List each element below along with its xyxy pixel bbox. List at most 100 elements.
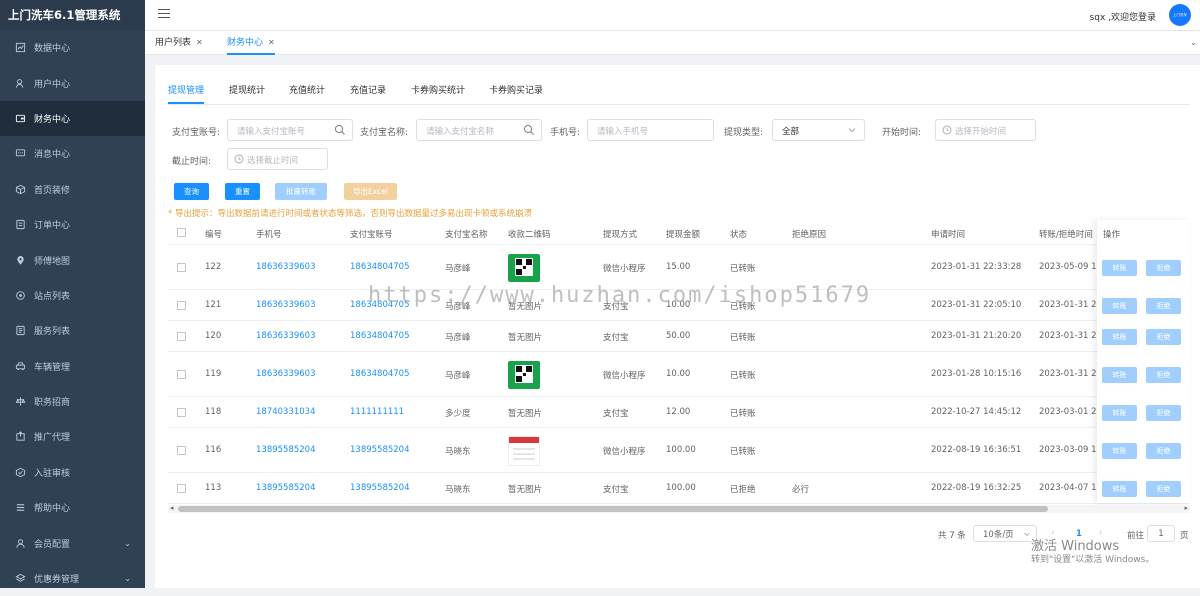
th-amount: 提现金额 <box>666 230 701 240</box>
reject-button[interactable]: 拒绝 <box>1146 297 1181 314</box>
row-checkbox[interactable] <box>177 445 186 455</box>
reject-button[interactable]: 拒绝 <box>1146 366 1181 383</box>
windows-activation-subtitle: 转到"设置"以激活 Windows。 <box>1031 555 1155 565</box>
row-checkbox[interactable] <box>177 331 186 341</box>
cell-phone[interactable]: 18636339603 <box>256 369 316 379</box>
goto-page-input[interactable]: 1 <box>1147 525 1175 542</box>
subtab-recharge-stats[interactable]: 充值统计 <box>289 83 325 104</box>
scrollbar-thumb[interactable] <box>178 506 1048 512</box>
subtab-card-purchase-stats[interactable]: 卡券购买统计 <box>411 83 465 104</box>
reset-button[interactable]: 重置 <box>225 183 260 200</box>
table-row[interactable]: 113 13895585204 13895585204 马晓东 支付宝 100.00 已拒绝… <box>168 473 1190 504</box>
chevron-down-icon[interactable]: ⌄ <box>1190 38 1197 47</box>
cell-account[interactable]: 13895585204 <box>350 483 410 493</box>
reject-button[interactable]: 拒绝 <box>1146 442 1181 459</box>
sidebar-item[interactable]: 职务招商 <box>0 384 145 419</box>
select-all-checkbox[interactable] <box>177 228 186 237</box>
query-button[interactable]: 查询 <box>174 183 209 200</box>
row-checkbox[interactable] <box>177 407 186 417</box>
sidebar-item[interactable]: 会员配置 ⌄ <box>0 525 145 560</box>
transfer-button[interactable]: 转账 <box>1102 328 1137 345</box>
sidebar-item[interactable]: 首页装修 <box>0 172 145 207</box>
sidebar-item[interactable]: 站点列表 <box>0 278 145 313</box>
tab-finance-center[interactable]: 财务中心 ✕ <box>227 31 275 55</box>
sidebar-item[interactable]: 订单中心 <box>0 207 145 242</box>
subtab-recharge-records[interactable]: 充值记录 <box>350 83 386 104</box>
sidebar-item[interactable]: 服务列表 <box>0 313 145 348</box>
horizontal-scrollbar[interactable]: ◂ ▸ <box>168 504 1190 513</box>
cell-done: 2023-01-31 21 <box>1039 368 1102 379</box>
cell-method: 支付宝 <box>603 332 629 343</box>
cell-phone[interactable]: 18636339603 <box>256 262 316 272</box>
sidebar-item[interactable]: 师傅地图 <box>0 242 145 277</box>
transfer-button[interactable]: 转账 <box>1102 259 1137 276</box>
row-checkbox[interactable] <box>177 262 186 272</box>
row-checkbox[interactable] <box>177 300 186 310</box>
hamburger-icon[interactable] <box>158 9 170 21</box>
row-checkbox[interactable] <box>177 369 186 379</box>
sidebar-item[interactable]: 帮助中心 <box>0 490 145 525</box>
reject-button[interactable]: 拒绝 <box>1146 259 1181 276</box>
sidebar-item[interactable]: 推广代理 <box>0 419 145 454</box>
sidebar-item[interactable]: 数据中心 <box>0 30 145 65</box>
cell-phone[interactable]: 18740331034 <box>256 407 316 417</box>
table-row[interactable]: 119 18636339603 18634804705 马彦峰 微信小程序 10.00 已转… <box>168 352 1190 397</box>
cell-account[interactable]: 1111111111 <box>350 407 404 417</box>
transfer-button[interactable]: 转账 <box>1102 442 1137 459</box>
th-done-time: 转账/拒绝时间 <box>1039 230 1093 240</box>
sidebar-menu: 数据中心 用户中心 财务中心 消息中心 首页装修 订单中心 师傅地图 站点列表 服务列表 车辆管理… <box>0 30 145 596</box>
qr-code-image[interactable] <box>508 360 540 389</box>
subtab-withdraw-stats[interactable]: 提现统计 <box>229 83 265 104</box>
start-time-picker[interactable]: 选择开始时间 <box>935 119 1036 141</box>
sidebar-item[interactable]: 用户中心 <box>0 65 145 100</box>
cell-account[interactable]: 13895585204 <box>350 445 410 455</box>
table-row[interactable]: 118 18740331034 1111111111 多少度 支付宝 12.00 已转账 20… <box>168 397 1190 428</box>
table-row[interactable]: 120 18636339603 18634804705 马彦峰 支付宝 50.00 已转账 2… <box>168 321 1190 352</box>
table-row[interactable]: 116 13895585204 13895585204 马晓东 微信小程序 100.00 已… <box>168 428 1190 473</box>
row-checkbox[interactable] <box>177 483 186 493</box>
end-time-picker[interactable]: 选择截止时间 <box>227 148 328 170</box>
sidebar-item[interactable]: 入驻审核 <box>0 455 145 490</box>
transfer-button[interactable]: 转账 <box>1102 480 1137 497</box>
export-excel-button[interactable]: 导出Excel <box>344 183 397 200</box>
cell-reason: 必行 <box>792 484 810 495</box>
alipay-account-input[interactable]: 请输入支付宝账号 <box>227 119 353 141</box>
transfer-button[interactable]: 转账 <box>1102 297 1137 314</box>
withdraw-type-select[interactable]: 全部 <box>772 119 865 141</box>
phone-input[interactable]: 请输入手机号 <box>587 119 714 141</box>
scroll-right-icon[interactable]: ▸ <box>1184 504 1188 512</box>
cell-phone[interactable]: 18636339603 <box>256 331 316 341</box>
search-icon[interactable] <box>523 124 535 136</box>
batch-transfer-button[interactable]: 批量转账 <box>275 183 327 200</box>
alipay-name-input[interactable]: 请输入支付宝名称 <box>416 119 542 141</box>
tab-user-list[interactable]: 用户列表 ✕ <box>155 31 203 55</box>
reject-button[interactable]: 拒绝 <box>1146 480 1181 497</box>
cell-phone[interactable]: 13895585204 <box>256 445 316 455</box>
page-size-select[interactable]: 10条/页 <box>973 525 1037 542</box>
reject-button[interactable]: 拒绝 <box>1146 328 1181 345</box>
sidebar-item[interactable]: 车辆管理 <box>0 349 145 384</box>
th-apply-time: 申请时间 <box>931 230 966 240</box>
cell-account[interactable]: 18634804705 <box>350 369 410 379</box>
qr-code-image[interactable] <box>508 253 540 282</box>
qr-code-image[interactable] <box>508 435 540 466</box>
close-icon[interactable]: ✕ <box>196 38 203 47</box>
sidebar-item[interactable]: 优惠券管理 ⌄ <box>0 561 145 596</box>
cell-phone[interactable]: 18636339603 <box>256 300 316 310</box>
transfer-button[interactable]: 转账 <box>1102 366 1137 383</box>
search-icon[interactable] <box>334 124 346 136</box>
cell-account[interactable]: 18634804705 <box>350 331 410 341</box>
tab-bar: 用户列表 ✕ 财务中心 ✕ ⌄ <box>145 30 1200 55</box>
close-icon[interactable]: ✕ <box>268 38 275 47</box>
scroll-left-icon[interactable]: ◂ <box>170 504 174 512</box>
transfer-button[interactable]: 转账 <box>1102 404 1137 421</box>
no-image-text: 暂无图片 <box>508 332 543 343</box>
sidebar-item[interactable]: 财务中心 <box>0 100 145 137</box>
cell-phone[interactable]: 13895585204 <box>256 483 316 493</box>
avatar[interactable]: 上门洗车 <box>1169 4 1191 26</box>
subtab-withdraw-manage[interactable]: 提现管理 <box>168 83 205 104</box>
reject-button[interactable]: 拒绝 <box>1146 404 1181 421</box>
sidebar-item[interactable]: 消息中心 <box>0 136 145 171</box>
subtab-card-purchase-records[interactable]: 卡券购买记录 <box>489 83 543 104</box>
cell-account[interactable]: 18634804705 <box>350 262 410 272</box>
